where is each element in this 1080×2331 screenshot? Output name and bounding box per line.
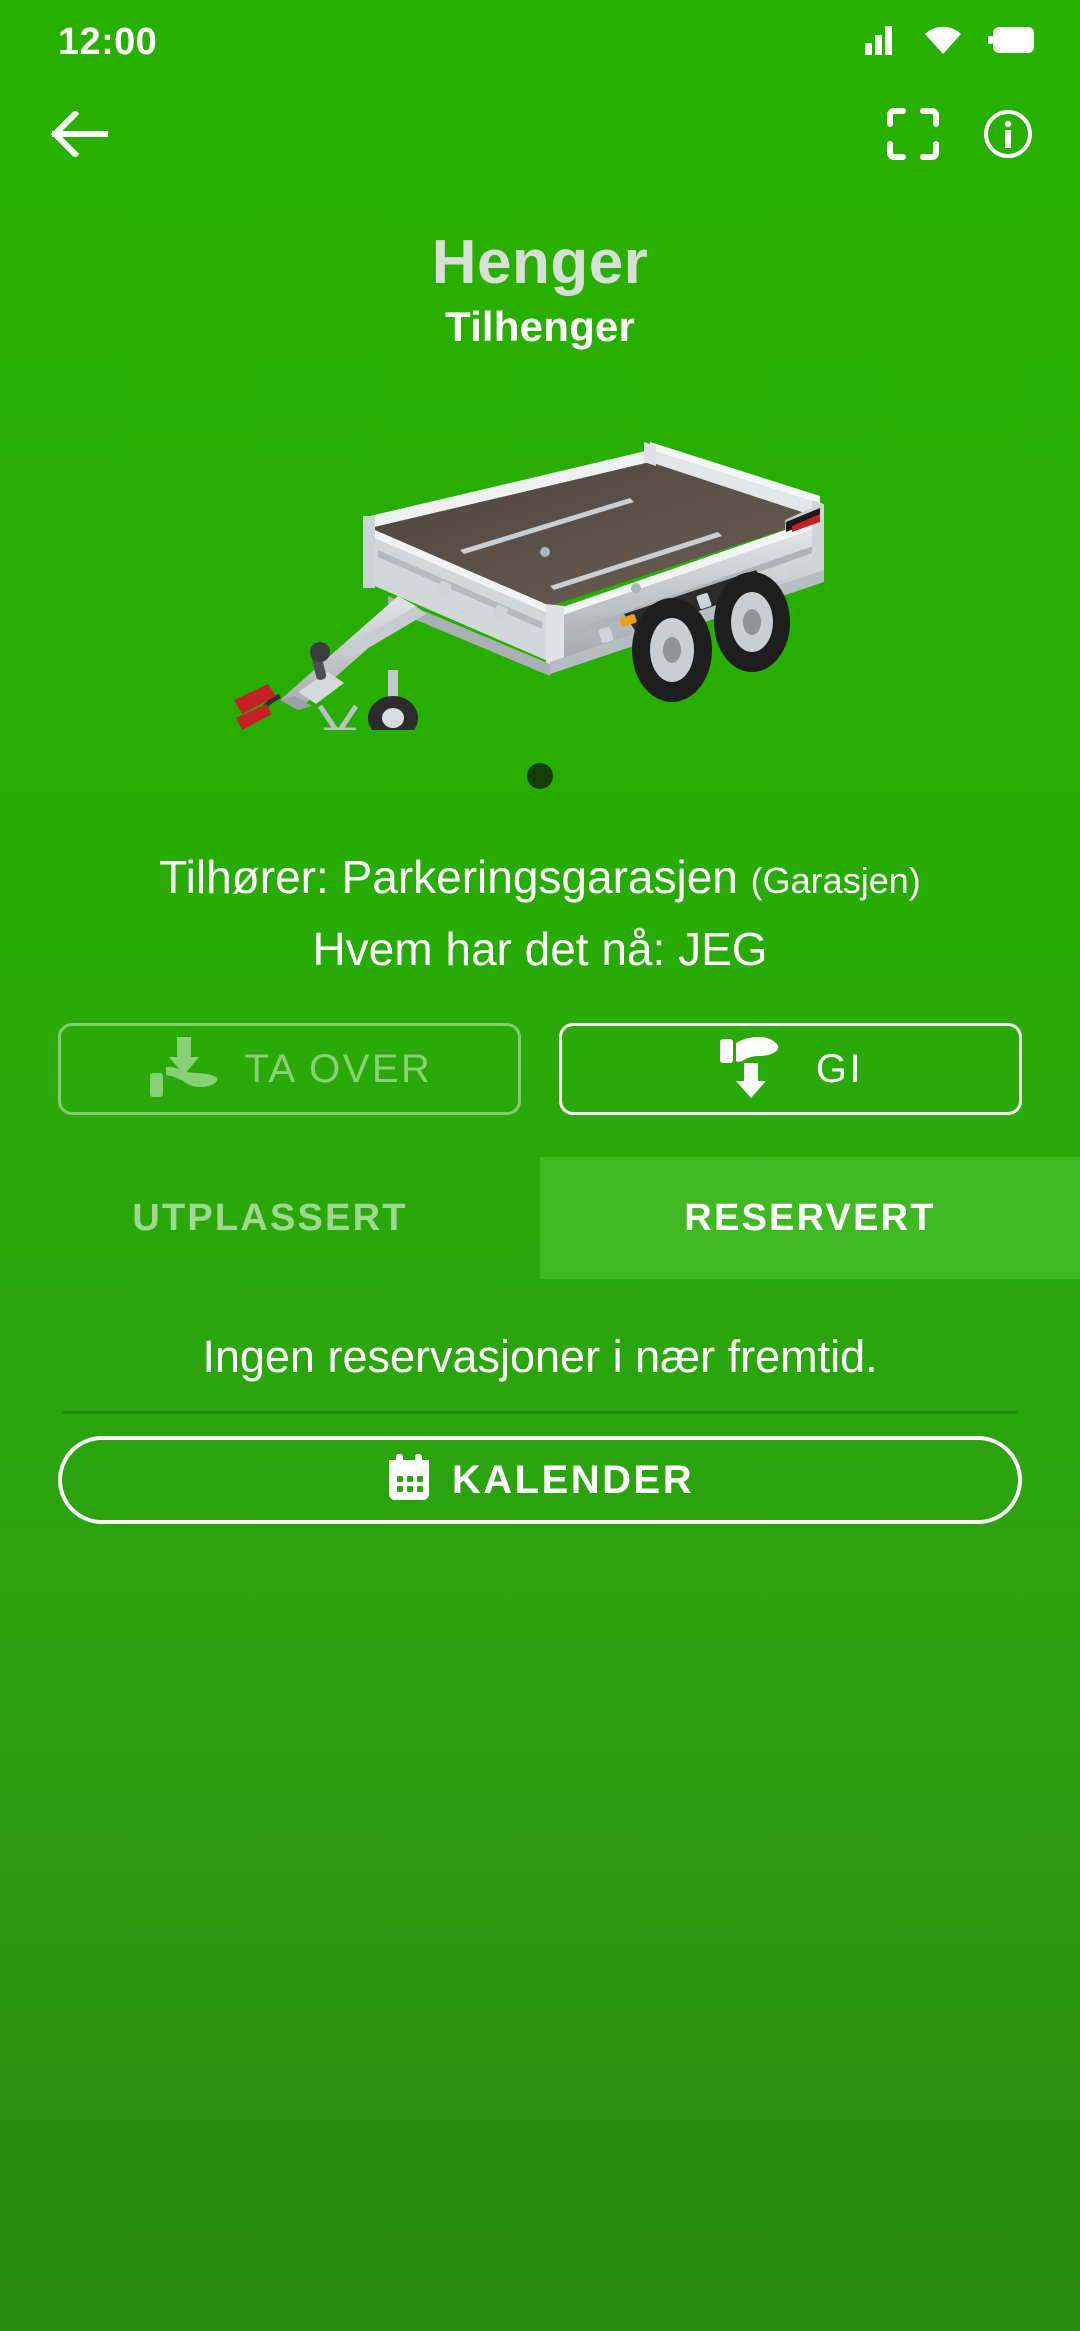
battery-icon [988,26,1034,58]
tab-reservert[interactable]: RESERVERT [540,1157,1080,1280]
status-time: 12:00 [58,20,158,63]
calendar-button-wrap: KALENDER [0,1436,1080,1525]
back-button[interactable] [50,109,109,162]
carousel-dot-active[interactable] [527,763,553,790]
give-label: GI [815,1046,864,1091]
hand-give-down-arrow-icon [718,1035,790,1104]
item-image[interactable] [0,385,1080,745]
hand-receive-down-arrow-icon [147,1035,219,1104]
owner-row: Tilhører: Parkeringsgarasjen (Garasjen) [0,849,1080,905]
owner-label: Tilhører: Parkeringsgarasjen [159,851,738,904]
info-button[interactable] [982,108,1034,165]
status-icons [864,25,1034,60]
qr-scan-frame-icon [886,107,940,166]
tab-utplassert-label: UTPLASSERT [132,1196,408,1239]
top-nav-actions [886,107,1034,166]
owner-group: (Garasjen) [750,860,921,902]
status-bar: 12:00 [0,0,1080,84]
tab-utplassert[interactable]: UTPLASSERT [0,1157,540,1279]
no-reservations-text: Ingen reservasjoner i nær fremtid. [202,1331,878,1383]
scan-button[interactable] [886,107,940,166]
carousel-dots[interactable] [0,763,1080,790]
page-title: Henger [431,228,649,297]
top-nav-bar [0,84,1080,188]
calendar-button[interactable]: KALENDER [58,1436,1022,1525]
back-arrow-icon [50,109,109,162]
section-divider [62,1411,1018,1415]
current-holder: Hvem har det nå: JEG [312,923,768,976]
info-circle-icon [982,108,1034,165]
calendar-label: KALENDER [451,1457,695,1502]
take-over-label: TA OVER [244,1046,433,1091]
ownership-info: Tilhører: Parkeringsgarasjen (Garasjen) … [0,849,1080,977]
reservation-tabs: UTPLASSERT RESERVERT [0,1157,1080,1280]
take-over-button[interactable]: TA OVER [58,1023,521,1116]
wifi-icon [924,25,962,60]
calendar-icon [386,1453,432,1507]
tab-reservert-label: RESERVERT [684,1196,936,1239]
page-title-block: Henger Tilhenger [0,228,1080,351]
page-subtitle: Tilhenger [444,302,636,350]
signal-icon [864,25,898,60]
give-button[interactable]: GI [559,1023,1022,1116]
app-screen: { "status_bar": { "time": "12:00", "icon… [0,0,1080,2331]
action-buttons: TA OVER GI [0,1023,1080,1116]
